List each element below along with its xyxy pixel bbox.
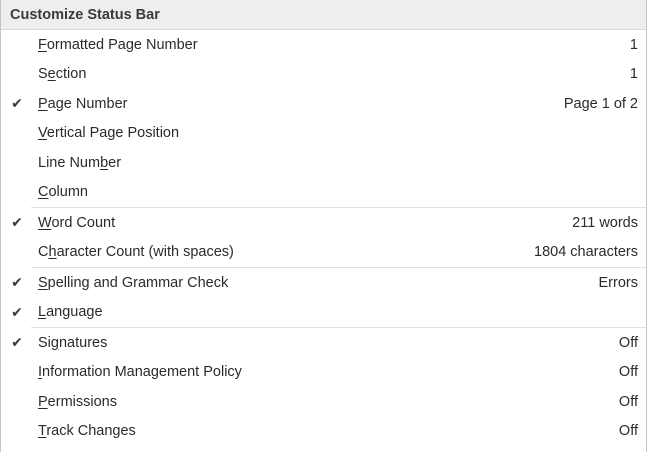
menu-item-permissions[interactable]: Permissions Off bbox=[1, 387, 646, 417]
access-key: V bbox=[38, 125, 47, 142]
menu-item-value: Off bbox=[618, 364, 638, 381]
access-key: C bbox=[38, 184, 49, 201]
checkmark-icon: ✔ bbox=[11, 95, 23, 112]
menu-item-label: Vertical Page Position bbox=[38, 125, 179, 141]
checkmark-icon: ✔ bbox=[11, 274, 23, 291]
checkmark-icon bbox=[9, 387, 25, 417]
menu-item-line-number[interactable]: Line Number bbox=[1, 148, 646, 178]
menu-title: Customize Status Bar bbox=[1, 0, 646, 30]
menu-item-label: Spelling and Grammar Check bbox=[38, 275, 228, 291]
access-key: P bbox=[38, 95, 48, 112]
menu-item-column[interactable]: Column bbox=[1, 178, 646, 208]
menu-body: Formatted Page Number 1 Section 1 ✔ Page Numb… bbox=[1, 30, 646, 446]
menu-item-character-count-with-spaces[interactable]: Character Count (with spaces) 1804 charac… bbox=[1, 238, 646, 268]
checkmark-icon bbox=[9, 119, 25, 149]
label-text: ertical Page Position bbox=[46, 125, 180, 142]
menu-item-label: Signatures bbox=[38, 335, 107, 351]
access-key: W bbox=[38, 214, 52, 231]
menu-item-label: Page Number bbox=[38, 96, 127, 112]
checkmark-icon bbox=[9, 148, 25, 178]
checkmark-icon bbox=[9, 60, 25, 90]
customize-status-bar-menu: Customize Status Bar Formatted Page Numb… bbox=[0, 0, 647, 452]
access-key: e bbox=[47, 66, 56, 83]
menu-item-label: Permissions bbox=[38, 394, 117, 410]
menu-item-value: Off bbox=[618, 423, 638, 440]
menu-item-label: Word Count bbox=[38, 215, 115, 231]
menu-item-value: Page 1 of 2 bbox=[563, 95, 638, 112]
label-text: ormatted Page Number bbox=[46, 36, 198, 53]
menu-item-label: Language bbox=[38, 304, 103, 320]
checkmark-icon bbox=[9, 358, 25, 388]
menu-item-vertical-page-position[interactable]: Vertical Page Position bbox=[1, 119, 646, 149]
label-text: nformation Management Policy bbox=[42, 364, 242, 381]
menu-item-label: Column bbox=[38, 184, 88, 200]
label-text: ermissions bbox=[47, 393, 117, 410]
menu-item-information-management-policy[interactable]: Information Management Policy Off bbox=[1, 358, 646, 388]
menu-item-label: Formatted Page Number bbox=[38, 37, 198, 53]
menu-group: ✔ Signatures Off Information Management Pol… bbox=[1, 328, 646, 446]
menu-item-section[interactable]: Section 1 bbox=[1, 60, 646, 90]
menu-item-label: Section bbox=[38, 66, 86, 82]
label-text: olumn bbox=[48, 184, 88, 201]
checkmark-icon bbox=[9, 30, 25, 60]
label-text: rack Changes bbox=[46, 423, 136, 440]
menu-group: ✔ Word Count 211 words Character Count (wit… bbox=[1, 208, 646, 267]
menu-item-signatures[interactable]: ✔ Signatures Off bbox=[1, 328, 646, 358]
checkmark-icon: ✔ bbox=[11, 214, 23, 231]
label-text: aracter Count (with spaces) bbox=[56, 244, 234, 261]
label-text: natures bbox=[58, 334, 108, 351]
access-key: h bbox=[48, 244, 57, 261]
label-text: C bbox=[38, 244, 49, 261]
label-text: Line Num bbox=[38, 154, 101, 171]
menu-item-value: 1 bbox=[629, 66, 638, 83]
menu-item-label: Information Management Policy bbox=[38, 364, 242, 380]
checkmark-icon bbox=[9, 417, 25, 447]
access-key: L bbox=[38, 304, 47, 321]
menu-group: ✔ Spelling and Grammar Check Errors ✔ Langua… bbox=[1, 268, 646, 327]
menu-item-page-number[interactable]: ✔ Page Number Page 1 of 2 bbox=[1, 89, 646, 119]
checkmark-icon bbox=[9, 238, 25, 268]
menu-item-value: 211 words bbox=[572, 214, 638, 231]
access-key: g bbox=[50, 334, 59, 351]
label-text: age Number bbox=[47, 95, 128, 112]
menu-item-label: Line Number bbox=[38, 155, 121, 171]
menu-item-label: Track Changes bbox=[38, 423, 136, 439]
label-text: Si bbox=[38, 334, 51, 351]
label-text: ord Count bbox=[51, 214, 116, 231]
menu-item-formatted-page-number[interactable]: Formatted Page Number 1 bbox=[1, 30, 646, 60]
access-key: b bbox=[100, 154, 109, 171]
access-key: S bbox=[38, 274, 48, 291]
access-key: F bbox=[38, 36, 47, 53]
label-text: pelling and Grammar Check bbox=[47, 274, 229, 291]
menu-item-language[interactable]: ✔ Language bbox=[1, 298, 646, 328]
checkmark-icon bbox=[9, 178, 25, 208]
menu-group: Formatted Page Number 1 Section 1 ✔ Page Numb… bbox=[1, 30, 646, 207]
menu-item-label: Character Count (with spaces) bbox=[38, 244, 234, 260]
menu-item-value: 1804 characters bbox=[534, 244, 638, 261]
checkmark-icon: ✔ bbox=[11, 303, 23, 320]
label-text: er bbox=[108, 154, 122, 171]
checkmark-icon: ✔ bbox=[11, 334, 23, 351]
menu-item-value: 1 bbox=[629, 36, 638, 53]
menu-item-word-count[interactable]: ✔ Word Count 211 words bbox=[1, 208, 646, 238]
menu-item-spelling-and-grammar-check[interactable]: ✔ Spelling and Grammar Check Errors bbox=[1, 268, 646, 298]
label-text: ction bbox=[55, 66, 87, 83]
menu-item-value: Errors bbox=[598, 274, 638, 291]
menu-item-value: Off bbox=[618, 334, 638, 351]
access-key: P bbox=[38, 393, 48, 410]
menu-item-track-changes[interactable]: Track Changes Off bbox=[1, 417, 646, 447]
menu-item-value: Off bbox=[618, 393, 638, 410]
label-text: anguage bbox=[46, 304, 103, 321]
label-text: S bbox=[38, 66, 48, 83]
